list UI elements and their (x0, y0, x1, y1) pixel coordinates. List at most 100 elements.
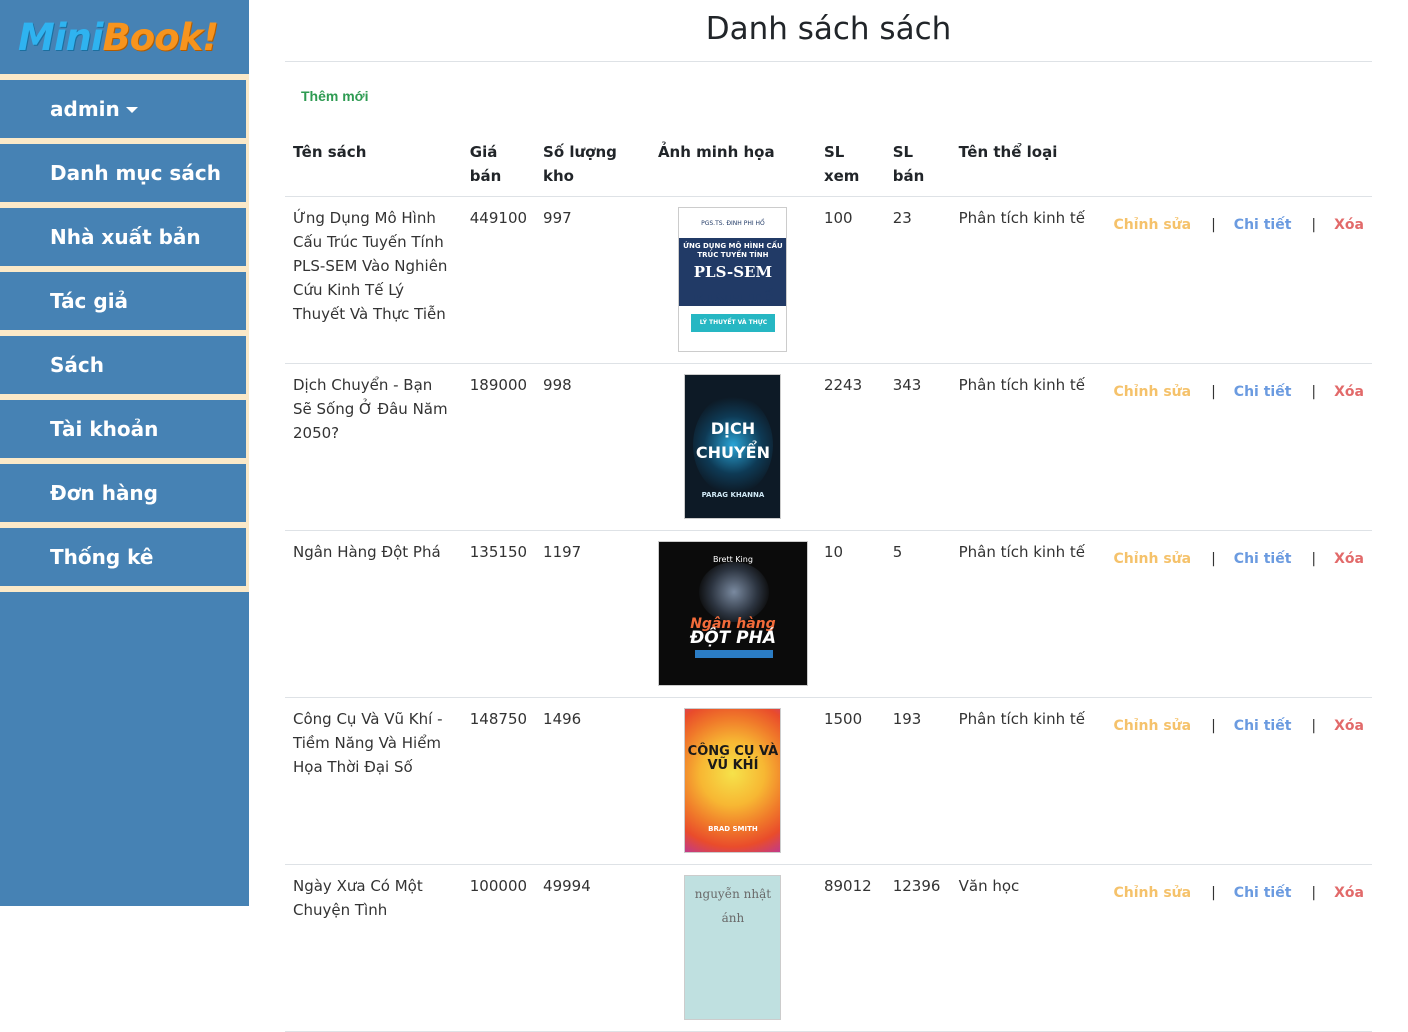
cell-category: Phân tích kinh tế (950, 196, 1106, 364)
cover-author: PARAG KHANNA (701, 491, 765, 499)
header-sold-line2: bán (892, 167, 925, 185)
delete-link[interactable]: Xóa (1334, 384, 1364, 400)
cell-actions: Chỉnh sửa | Chi tiết | Xóa (1105, 697, 1372, 865)
delete-link[interactable]: Xóa (1334, 551, 1364, 567)
cell-category: Phân tích kinh tế (950, 697, 1106, 865)
book-cover-image: Brett King Ngân hàng ĐỘT PHÁ (657, 541, 808, 686)
cell-views: 1500 (815, 697, 885, 865)
cell-actions: Chỉnh sửa | Chi tiết | Xóa (1105, 864, 1372, 1032)
header-stock-line1: Số lượng (543, 143, 617, 161)
detail-link[interactable]: Chi tiết (1234, 885, 1292, 901)
add-new-link[interactable]: Thêm mới (301, 88, 369, 104)
header-actions (1105, 130, 1372, 197)
sidebar-item-label: Tác giả (50, 289, 129, 313)
edit-link[interactable]: Chỉnh sửa (1113, 384, 1191, 400)
cell-sold: 193 (884, 697, 951, 865)
header-price: Giá bán (461, 130, 536, 197)
detail-link[interactable]: Chi tiết (1234, 551, 1292, 567)
cell-views: 100 (815, 196, 885, 364)
sidebar-item-label: Thống kê (50, 545, 154, 569)
cell-price: 135150 (461, 530, 536, 698)
cover-line3: KINH TẾ (692, 290, 774, 309)
delete-link[interactable]: Xóa (1334, 885, 1364, 901)
book-cover-image: PGS.TS. ĐINH PHI HỔ ỨNG DỤNG MÔ HÌNH CẤU… (678, 207, 788, 352)
logo[interactable]: MiniBook! (0, 0, 249, 74)
sidebar-item-authors[interactable]: Tác giả (0, 272, 246, 330)
cell-book-name: Ngày Xưa Có Một Chuyện Tình (285, 864, 462, 1032)
cover-title: CÔNG CỤ VÀ VŨ KHÍ (687, 744, 779, 773)
separator: | (1311, 718, 1317, 734)
detail-link[interactable]: Chi tiết (1234, 217, 1292, 233)
separator: | (1211, 885, 1216, 901)
cell-views: 89012 (815, 864, 885, 1032)
sidebar-menu: admin Danh mục sách Nhà xuất bản Tác giả… (0, 74, 249, 592)
sidebar-item-label: Tài khoản (50, 417, 159, 441)
sidebar-item-label: Nhà xuất bản (50, 225, 201, 249)
sidebar-item-accounts[interactable]: Tài khoản (0, 400, 246, 458)
edit-link[interactable]: Chỉnh sửa (1113, 885, 1191, 901)
delete-link[interactable]: Xóa (1334, 217, 1364, 233)
separator: | (1211, 551, 1216, 567)
cell-stock: 997 (535, 196, 650, 364)
table-row: Dịch Chuyển - Bạn Sẽ Sống Ở Đâu Năm 2050… (285, 363, 1372, 531)
header-sold: SL bán (884, 130, 951, 197)
sidebar-item-orders[interactable]: Đơn hàng (0, 464, 246, 522)
sidebar-item-publishers[interactable]: Nhà xuất bản (0, 208, 246, 266)
cover-title: DỊCH CHUYỂN (695, 419, 770, 462)
cell-price: 100000 (461, 864, 536, 1032)
book-cover-image: CÔNG CỤ VÀ VŨ KHÍ BRAD SMITH (684, 708, 782, 853)
cell-book-name: Ứng Dụng Mô Hình Cấu Trúc Tuyến Tính PLS… (285, 196, 462, 364)
header-image: Ảnh minh họa (649, 130, 816, 197)
table-row: Công Cụ Và Vũ Khí - Tiềm Năng Và Hiểm Họ… (285, 697, 1372, 865)
book-cover-image: nguyễn nhật ánh (684, 875, 782, 1020)
cell-book-name: Ngân Hàng Đột Phá (285, 530, 462, 698)
sidebar-item-label: Danh mục sách (50, 161, 221, 185)
sidebar: MiniBook! admin Danh mục sách Nhà xuất b… (0, 0, 249, 906)
table-row: Ngày Xưa Có Một Chuyện Tình 100000 49994… (285, 864, 1372, 1032)
detail-link[interactable]: Chi tiết (1234, 384, 1292, 400)
separator: | (1211, 384, 1216, 400)
header-views: SL xem (815, 130, 885, 197)
cell-book-name: Dịch Chuyển - Bạn Sẽ Sống Ở Đâu Năm 2050… (285, 363, 462, 531)
cell-sold: 12396 (884, 864, 951, 1032)
cell-actions: Chỉnh sửa | Chi tiết | Xóa (1105, 530, 1372, 698)
sidebar-item-categories[interactable]: Danh mục sách (0, 144, 246, 202)
sidebar-item-books[interactable]: Sách (0, 336, 246, 394)
cell-category: Phân tích kinh tế (950, 363, 1106, 531)
cover-title2: ĐỘT PHÁ (689, 628, 777, 648)
cell-sold: 5 (884, 530, 951, 698)
logo-mini: Mini (18, 15, 104, 59)
separator: | (1311, 384, 1317, 400)
detail-link[interactable]: Chi tiết (1234, 718, 1292, 734)
table-header-row: Tên sách Giá bán Số lượng kho Ảnh minh họ… (285, 130, 1372, 197)
cell-views: 10 (815, 530, 885, 698)
cell-price: 449100 (461, 196, 536, 364)
logo-text: MiniBook! (18, 15, 220, 59)
header-stock-line2: kho (543, 167, 574, 185)
delete-link[interactable]: Xóa (1334, 718, 1364, 734)
cell-views: 2243 (815, 363, 885, 531)
cell-price: 148750 (461, 697, 536, 865)
edit-link[interactable]: Chỉnh sửa (1113, 551, 1191, 567)
sidebar-item-label: admin (50, 97, 120, 121)
header-book-name: Tên sách (285, 130, 462, 197)
cell-stock: 1496 (535, 697, 650, 865)
edit-link[interactable]: Chỉnh sửa (1113, 217, 1191, 233)
cell-image: Brett King Ngân hàng ĐỘT PHÁ (649, 530, 816, 698)
header-views-line2: xem (823, 167, 860, 185)
cell-sold: 343 (884, 363, 951, 531)
separator: | (1211, 718, 1216, 734)
cell-actions: Chỉnh sửa | Chi tiết | Xóa (1105, 363, 1372, 531)
cell-actions: Chỉnh sửa | Chi tiết | Xóa (1105, 196, 1372, 364)
header-stock: Số lượng kho (535, 130, 650, 197)
edit-link[interactable]: Chỉnh sửa (1113, 718, 1191, 734)
header-category: Tên thể loại (950, 130, 1106, 197)
book-cover-image: DỊCH CHUYỂN PARAG KHANNA (684, 374, 782, 519)
sidebar-item-statistics[interactable]: Thống kê (0, 528, 246, 586)
separator: | (1311, 217, 1317, 233)
logo-book: Book! (102, 15, 220, 59)
cell-stock: 1197 (535, 530, 650, 698)
cell-image: PGS.TS. ĐINH PHI HỔ ỨNG DỤNG MÔ HÌNH CẤU… (649, 196, 816, 364)
sidebar-item-admin[interactable]: admin (0, 80, 246, 138)
sidebar-item-label: Sách (50, 353, 104, 377)
